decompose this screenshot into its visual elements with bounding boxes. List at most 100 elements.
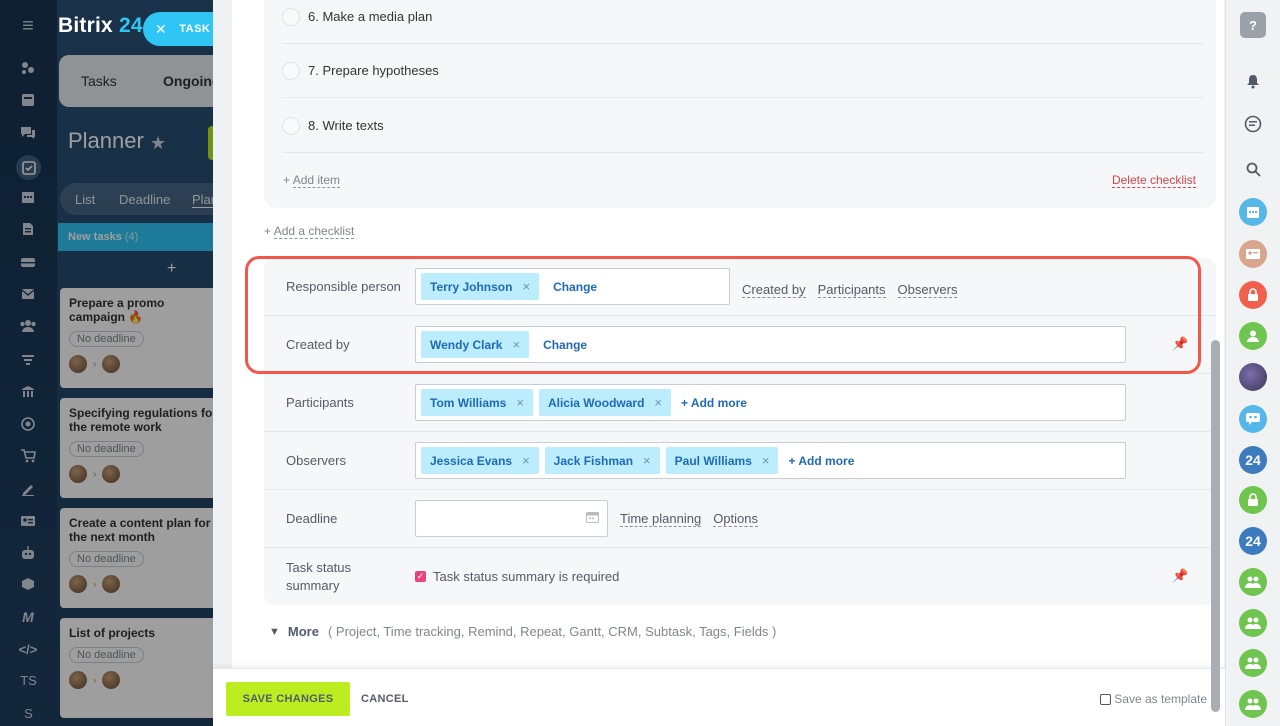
group-chat-icon[interactable] xyxy=(1239,649,1267,677)
checkbox-icon[interactable] xyxy=(1100,693,1112,705)
pin-icon[interactable]: 📌 xyxy=(1172,568,1188,584)
add-item-text[interactable]: + Add item xyxy=(283,173,341,188)
more-label[interactable]: More xyxy=(288,624,319,639)
user-chip[interactable]: Alicia Woodward × xyxy=(538,389,672,416)
lock-chat-icon[interactable] xyxy=(1239,486,1267,514)
checkbox-circle-icon[interactable] xyxy=(282,116,300,135)
field-status-summary: Task status summary ✓ Task status summar… xyxy=(264,548,1216,605)
group-chat-icon[interactable] xyxy=(1239,568,1267,596)
created-by-link[interactable]: Created by xyxy=(742,282,806,298)
user-chip-name: Wendy Clark xyxy=(430,337,503,352)
group-chat-icon[interactable] xyxy=(1239,609,1267,637)
participants-link[interactable]: Participants xyxy=(817,282,886,298)
lock-chat-icon[interactable] xyxy=(1239,281,1267,309)
checkbox-checked-icon[interactable]: ✓ xyxy=(415,571,426,582)
add-checklist-text[interactable]: Add a checklist xyxy=(273,224,355,239)
user-chip[interactable]: Jessica Evans × xyxy=(421,447,539,474)
field-label: Created by xyxy=(286,337,350,352)
user-chip-name: Alicia Woodward xyxy=(547,395,645,410)
pin-icon[interactable]: 📌 xyxy=(1172,336,1188,352)
add-participant-link[interactable]: + Add more xyxy=(681,396,747,410)
logo-text: Bitrix xyxy=(58,14,113,37)
field-responsible: Responsible person Terry Johnson × Change… xyxy=(264,258,1216,316)
remove-icon[interactable]: × xyxy=(643,453,651,468)
user-chip-name: Terry Johnson xyxy=(430,279,513,294)
field-created-by: Created by Wendy Clark × Change 📌 xyxy=(264,316,1216,374)
bitrix24-chat-icon[interactable]: 24 xyxy=(1239,446,1267,474)
user-chip[interactable]: Paul Williams × xyxy=(665,447,779,474)
delete-checklist-text[interactable]: Delete checklist xyxy=(1111,173,1196,188)
avatar[interactable] xyxy=(1239,363,1267,391)
remove-icon[interactable]: × xyxy=(522,453,530,468)
user-chat-icon[interactable] xyxy=(1239,322,1267,350)
calendar-chat-icon[interactable] xyxy=(1239,198,1267,226)
group-chat-icon[interactable] xyxy=(1239,405,1267,433)
calendar-icon[interactable] xyxy=(586,510,599,528)
checklist-item[interactable]: 7. Prepare hypotheses xyxy=(282,44,1204,98)
extra-role-links: Created by Participants Observers xyxy=(742,282,958,298)
user-chip[interactable]: Jack Fishman × xyxy=(544,447,660,474)
responsible-input[interactable]: Terry Johnson × Change xyxy=(415,268,730,305)
close-icon[interactable]: ✕ xyxy=(155,21,167,38)
checklist-item-text: 7. Prepare hypotheses xyxy=(308,63,439,78)
deadline-input[interactable] xyxy=(415,500,608,537)
observers-link[interactable]: Observers xyxy=(897,282,958,298)
add-item-label[interactable]: Add item xyxy=(292,173,341,188)
save-as-template-option[interactable]: Save as template xyxy=(1100,692,1207,706)
user-chip[interactable]: Wendy Clark × xyxy=(421,331,530,358)
options-link[interactable]: Options xyxy=(713,511,758,527)
field-label: Participants xyxy=(286,395,354,410)
bitrix24-chat-icon[interactable]: 24 xyxy=(1239,527,1267,555)
group-chat-icon[interactable] xyxy=(1239,690,1267,718)
time-planning-link[interactable]: Time planning xyxy=(620,511,702,527)
checkbox-circle-icon[interactable] xyxy=(282,61,300,80)
search-icon[interactable] xyxy=(1239,155,1267,183)
observers-input[interactable]: Jessica Evans × Jack Fishman × Paul Willia… xyxy=(415,442,1126,479)
remove-icon[interactable]: × xyxy=(512,337,520,352)
bitrix24-logo[interactable]: Bitrix 24 xyxy=(58,14,143,38)
add-observer-link[interactable]: + Add more xyxy=(788,454,854,468)
add-checklist-link[interactable]: + Add a checklist xyxy=(264,224,355,239)
created-by-input[interactable]: Wendy Clark × Change xyxy=(415,326,1126,363)
contact-chat-icon[interactable] xyxy=(1239,240,1267,268)
bell-icon[interactable] xyxy=(1239,67,1267,95)
field-label: Responsible person xyxy=(286,279,401,294)
save-changes-button[interactable]: SAVE CHANGES xyxy=(226,682,350,716)
remove-icon[interactable]: × xyxy=(516,395,524,410)
checkbox-circle-icon[interactable] xyxy=(282,7,300,26)
field-label: Observers xyxy=(286,453,346,468)
checklist-block: 6. Make a media plan 7. Prepare hypothes… xyxy=(264,0,1216,208)
remove-icon[interactable]: × xyxy=(762,453,770,468)
checklist-item-text: 6. Make a media plan xyxy=(308,9,433,24)
task-form: 6. Make a media plan 7. Prepare hypothes… xyxy=(232,0,1224,668)
scrollbar[interactable] xyxy=(1211,340,1220,712)
field-label: Task status summary xyxy=(286,559,351,595)
add-item-plus: + xyxy=(283,173,293,187)
field-deadline: Deadline Time planning Options xyxy=(264,490,1216,548)
remove-icon[interactable]: × xyxy=(654,395,662,410)
add-item-link[interactable]: + Add item xyxy=(283,173,341,188)
user-chip-name: Paul Williams xyxy=(674,453,752,468)
field-label: Deadline xyxy=(286,511,338,526)
checklist-item[interactable]: 8. Write texts xyxy=(282,99,1204,153)
chevron-down-icon[interactable]: ▼ xyxy=(269,626,280,638)
participants-input[interactable]: Tom Williams × Alicia Woodward × + Add mor… xyxy=(415,384,1126,421)
overlay-dim[interactable] xyxy=(0,0,213,726)
status-summary-checkbox-row[interactable]: ✓ Task status summary is required xyxy=(415,569,619,584)
user-chip-name: Jessica Evans xyxy=(430,453,513,468)
checklist-item-text: 8. Write texts xyxy=(308,118,384,133)
messenger-icon[interactable] xyxy=(1239,110,1267,138)
remove-icon[interactable]: × xyxy=(522,279,530,294)
more-section[interactable]: ▼ More ( Project, Time tracking, Remind,… xyxy=(269,624,776,639)
field-label-line: summary xyxy=(286,578,340,593)
change-responsible-link[interactable]: Change xyxy=(553,280,597,294)
change-created-by-link[interactable]: Change xyxy=(543,338,587,352)
checkbox-label: Task status summary is required xyxy=(433,569,620,584)
help-icon[interactable]: ? xyxy=(1240,12,1266,38)
checklist-item[interactable]: 6. Make a media plan xyxy=(282,0,1204,44)
user-chip-name: Tom Williams xyxy=(430,395,507,410)
cancel-button[interactable]: CANCEL xyxy=(361,693,409,705)
user-chip[interactable]: Tom Williams × xyxy=(421,389,533,416)
user-chip[interactable]: Terry Johnson × xyxy=(421,273,540,300)
delete-checklist-link[interactable]: Delete checklist xyxy=(1111,173,1196,188)
